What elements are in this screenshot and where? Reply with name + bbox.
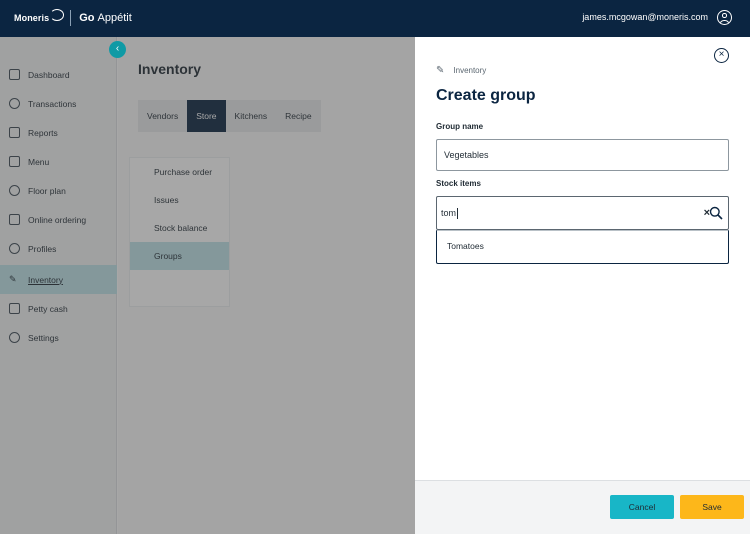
save-button[interactable]: Save (680, 495, 744, 519)
breadcrumb: ✎ Inventory (436, 65, 486, 76)
cancel-button[interactable]: Cancel (610, 495, 674, 519)
close-icon: × (718, 49, 725, 60)
suggestion-option[interactable]: Tomatoes (437, 231, 728, 262)
stock-items-search-input[interactable]: tom × (436, 196, 729, 230)
brand-logo[interactable]: Moneris Go Appétit (14, 9, 132, 26)
group-name-label: Group name (436, 122, 484, 131)
close-button[interactable]: × (714, 48, 729, 63)
panel-footer: Cancel Save (415, 480, 750, 534)
create-group-panel: × ✎ Inventory Create group Group name Ve… (415, 37, 750, 534)
brand-divider (70, 10, 72, 26)
modal-overlay[interactable] (0, 37, 415, 534)
panel-title: Create group (436, 87, 536, 104)
top-bar: Moneris Go Appétit james.mcgowan@moneris… (0, 0, 750, 37)
search-icon[interactable] (709, 206, 723, 220)
breadcrumb-inventory[interactable]: Inventory (453, 66, 486, 75)
brand-moneris: Moneris (14, 13, 50, 23)
brand-appetit: Appétit (97, 12, 132, 24)
chevron-left-icon: ‹ (115, 43, 120, 54)
search-value: tom (441, 208, 457, 218)
sidebar-collapse-button[interactable]: ‹ (109, 41, 126, 58)
group-name-input[interactable]: Vegetables (436, 139, 729, 171)
pencil-icon: ✎ (436, 65, 445, 76)
stock-items-label: Stock items (436, 179, 481, 188)
suggestion-dropdown: Tomatoes (436, 230, 729, 264)
moneris-swirl-icon (50, 9, 65, 21)
brand-go: Go (79, 12, 95, 24)
user-account-icon[interactable] (717, 10, 732, 25)
user-email[interactable]: james.mcgowan@moneris.com (582, 12, 708, 22)
